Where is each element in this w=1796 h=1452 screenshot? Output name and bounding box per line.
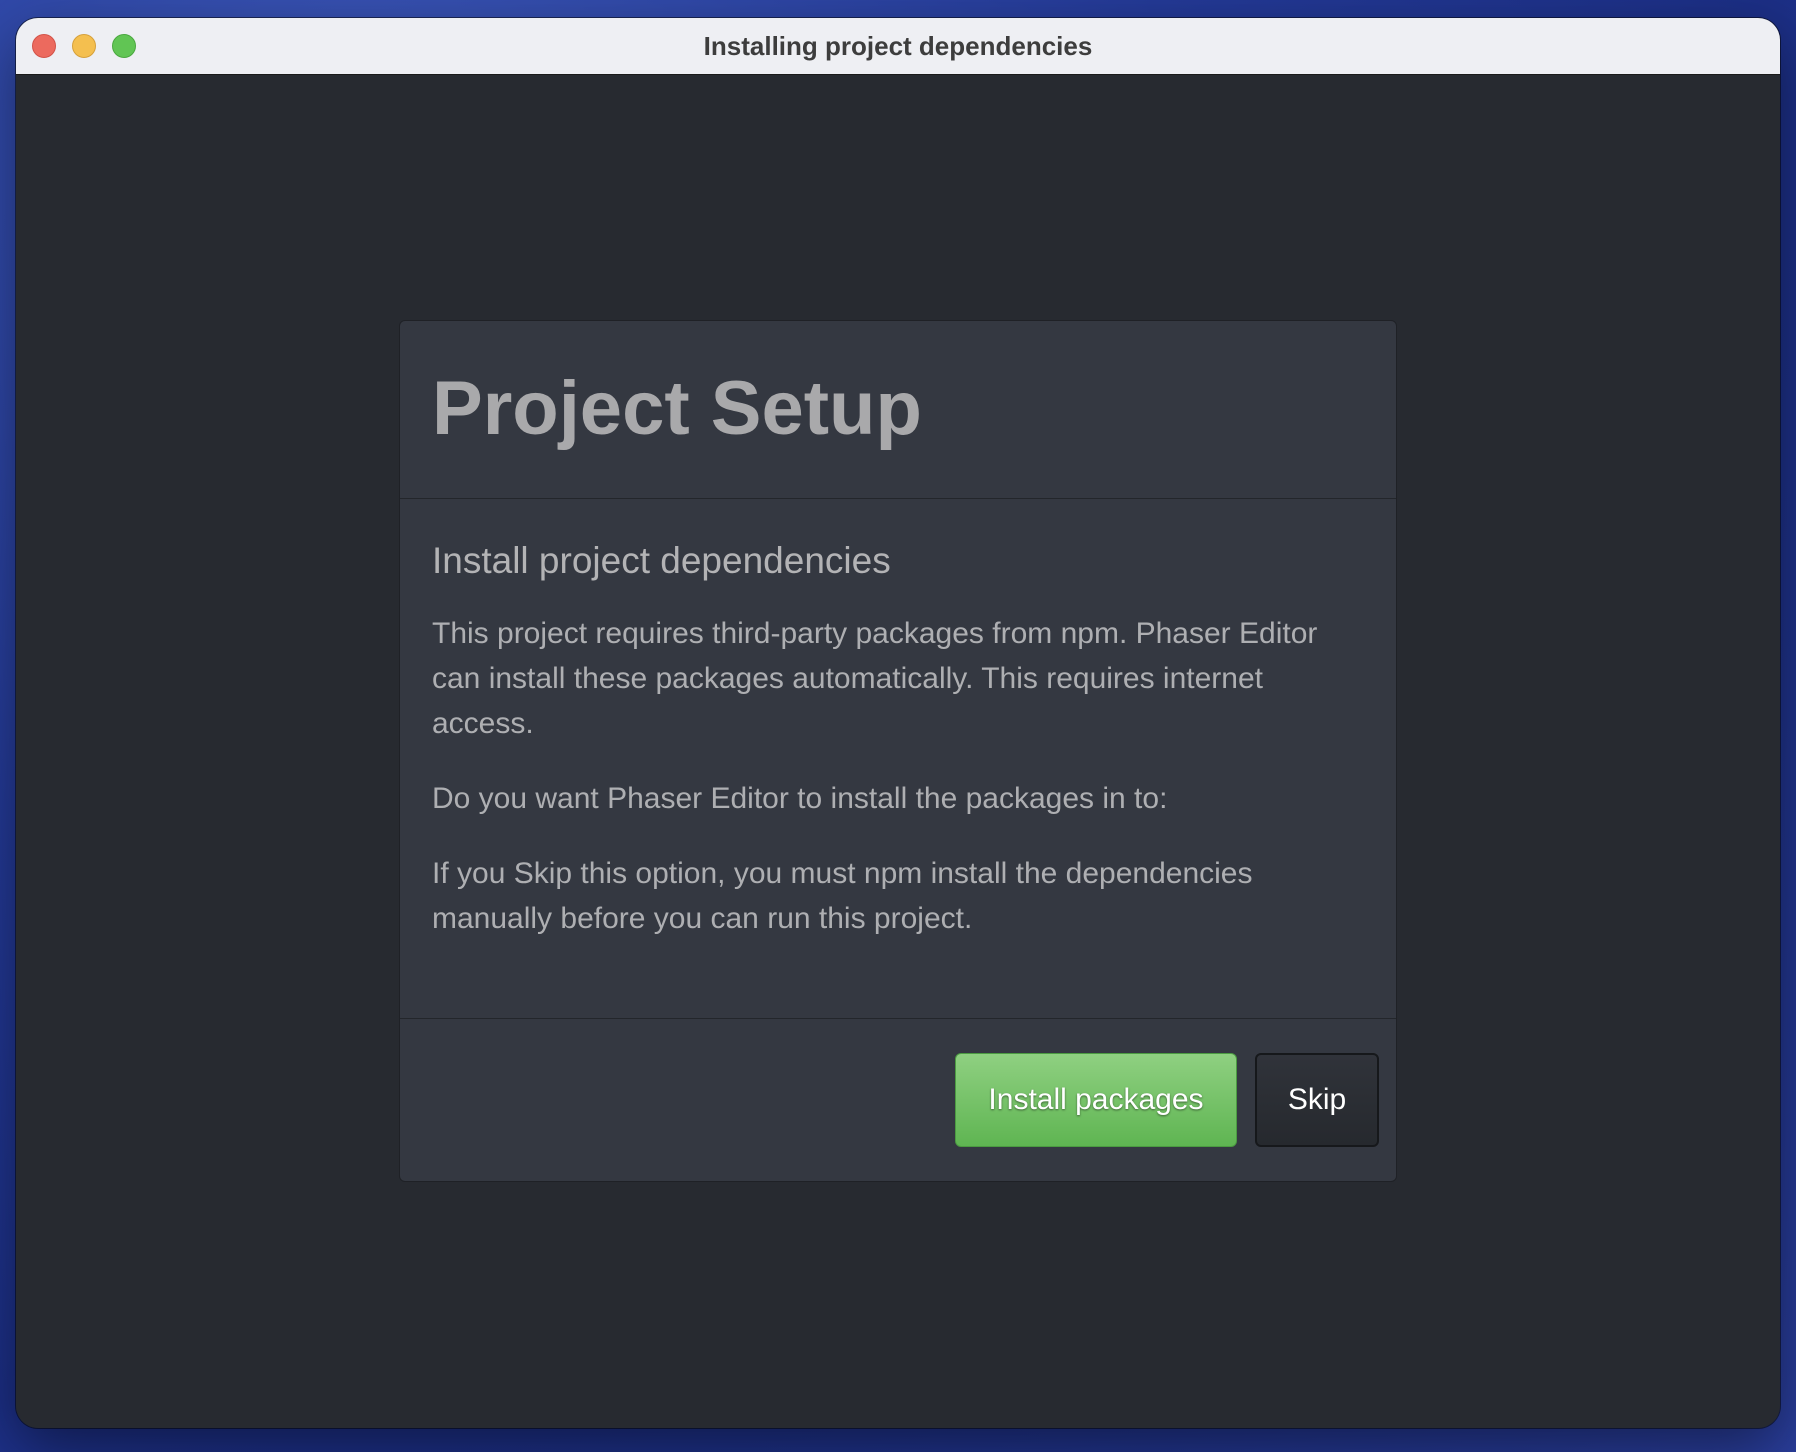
skip-button[interactable]: Skip [1255, 1053, 1379, 1147]
maximize-window-icon[interactable] [112, 34, 136, 58]
minimize-window-icon[interactable] [72, 34, 96, 58]
dialog-header: Project Setup [400, 321, 1396, 499]
install-packages-button[interactable]: Install packages [955, 1053, 1237, 1147]
window-title: Installing project dependencies [703, 30, 1093, 61]
dialog-footer: Install packages Skip [400, 1019, 1396, 1181]
skip-warning-paragraph: If you Skip this option, you must npm in… [432, 857, 1253, 936]
close-window-icon[interactable] [32, 34, 56, 58]
dialog-body: Install project dependencies This projec… [400, 499, 1396, 1019]
app-window: Installing project dependencies Project … [16, 18, 1780, 1428]
project-setup-dialog: Project Setup Install project dependenci… [399, 320, 1397, 1182]
window-controls [32, 34, 136, 58]
dialog-subtitle: Install project dependencies [432, 540, 891, 581]
window-content: Project Setup Install project dependenci… [16, 75, 1780, 1428]
title-bar: Installing project dependencies [16, 18, 1780, 75]
dialog-title: Project Setup [432, 366, 922, 451]
description-paragraph: This project requires third-party packag… [432, 617, 1318, 741]
question-paragraph: Do you want Phaser Editor to install the… [432, 782, 1168, 816]
